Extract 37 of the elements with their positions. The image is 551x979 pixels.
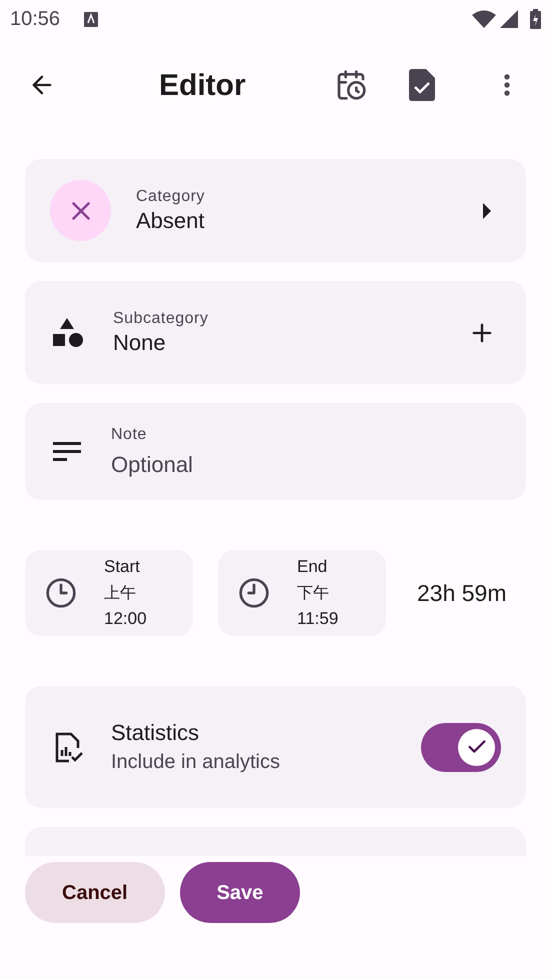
time-period: 下午 xyxy=(297,582,330,604)
wifi-icon xyxy=(472,10,496,28)
field-value: None xyxy=(113,328,167,356)
time-label: End xyxy=(297,556,328,578)
signal-icon xyxy=(500,10,518,28)
app-bar-title: Editor xyxy=(159,68,246,104)
time-value: 12:00 xyxy=(104,608,147,630)
keyboard-icon xyxy=(84,12,98,26)
field-label: Category xyxy=(136,186,206,206)
time-label: Start xyxy=(104,556,141,578)
category-card[interactable]: Category Absent xyxy=(25,159,526,262)
document-check-icon[interactable] xyxy=(409,69,435,101)
time-value: 11:59 xyxy=(297,608,338,630)
calendar-clock-icon[interactable] xyxy=(335,69,367,101)
shapes-icon xyxy=(53,318,83,348)
time-picker-card[interactable]: Start 上午 12:00 xyxy=(25,550,193,636)
duration-text: 23h 59m xyxy=(417,578,507,608)
statistics-title: Statistics xyxy=(111,719,200,747)
note-field[interactable]: Note Optional xyxy=(25,403,526,500)
report-icon xyxy=(53,731,85,763)
statistics-subtitle: Include in analytics xyxy=(111,750,281,775)
statistics-switch[interactable] xyxy=(421,722,501,772)
caret-icon xyxy=(482,202,492,218)
status-time: 10:56 xyxy=(10,7,60,32)
time-period: 上午 xyxy=(104,582,137,604)
subcategory-card[interactable]: Subcategory None xyxy=(25,281,526,384)
clock-icon xyxy=(45,577,77,609)
battery-icon xyxy=(530,9,541,29)
field-label: Note xyxy=(111,424,148,444)
text-lines-icon xyxy=(53,442,81,462)
cancel-button[interactable]: Cancel xyxy=(25,862,165,923)
clock-icon xyxy=(238,577,270,609)
field-label: Subcategory xyxy=(113,308,210,328)
note-input[interactable]: Optional xyxy=(111,450,496,478)
save-button[interactable]: Save xyxy=(180,862,300,923)
time-picker-card[interactable]: End 下午 11:59 xyxy=(218,550,386,636)
field-value: Absent xyxy=(136,206,206,234)
